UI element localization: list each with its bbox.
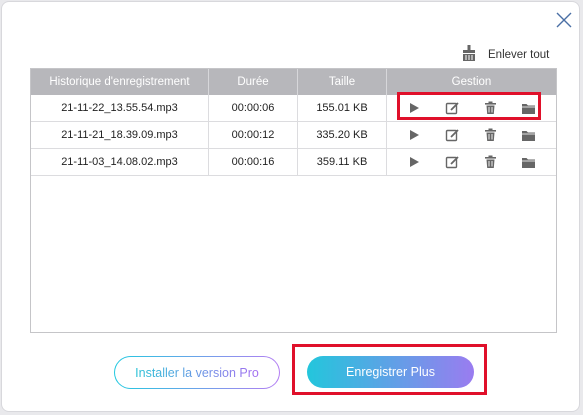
table-row[interactable]: 21-11-21_18.39.09.mp3 00:00:12 335.20 KB: [31, 121, 556, 149]
column-header-management: Gestion: [386, 69, 556, 95]
install-pro-label: Installer la version Pro: [135, 365, 259, 380]
play-icon[interactable]: [407, 155, 421, 169]
cell-duration: 00:00:16: [208, 148, 298, 176]
table-row[interactable]: 21-11-03_14.08.02.mp3 00:00:16 359.11 KB: [31, 148, 556, 176]
cell-duration: 00:00:06: [208, 95, 298, 122]
clear-all-button[interactable]: Enlever tout: [460, 44, 549, 66]
folder-icon[interactable]: [521, 129, 536, 142]
column-header-size: Taille: [297, 69, 387, 95]
clear-all-label: Enlever tout: [488, 49, 550, 61]
cell-filename: 21-11-22_13.55.54.mp3: [31, 95, 209, 122]
install-pro-button[interactable]: Installer la version Pro: [114, 356, 280, 389]
edit-icon[interactable]: [445, 155, 460, 170]
cell-actions: [386, 121, 556, 149]
table-header-row: Historique d'enregistrement Durée Taille…: [31, 69, 556, 95]
cell-filename: 21-11-21_18.39.09.mp3: [31, 121, 209, 149]
cell-filename: 21-11-03_14.08.02.mp3: [31, 148, 209, 176]
close-icon[interactable]: [554, 10, 574, 30]
recording-table: Historique d'enregistrement Durée Taille…: [30, 68, 557, 333]
trash-icon[interactable]: [484, 155, 497, 169]
cell-actions: [386, 148, 556, 176]
folder-icon[interactable]: [521, 156, 536, 169]
play-icon[interactable]: [407, 101, 421, 115]
record-more-label: Enregistrer Plus: [346, 365, 435, 379]
recording-history-dialog: Enlever tout Historique d'enregistrement…: [1, 1, 580, 412]
cell-actions: [386, 95, 556, 122]
cell-duration: 00:00:12: [208, 121, 298, 149]
record-more-button[interactable]: Enregistrer Plus: [307, 356, 474, 388]
edit-icon[interactable]: [445, 128, 460, 143]
column-header-duration: Durée: [208, 69, 298, 95]
cell-size: 359.11 KB: [297, 148, 387, 176]
folder-icon[interactable]: [521, 102, 536, 115]
edit-icon[interactable]: [445, 101, 460, 116]
trash-icon[interactable]: [484, 101, 497, 115]
play-icon[interactable]: [407, 128, 421, 142]
trash-icon[interactable]: [484, 128, 497, 142]
cell-size: 155.01 KB: [297, 95, 387, 122]
table-row[interactable]: 21-11-22_13.55.54.mp3 00:00:06 155.01 KB: [31, 95, 556, 122]
cell-size: 335.20 KB: [297, 121, 387, 149]
broom-icon: [460, 44, 478, 67]
column-header-history: Historique d'enregistrement: [31, 69, 209, 95]
